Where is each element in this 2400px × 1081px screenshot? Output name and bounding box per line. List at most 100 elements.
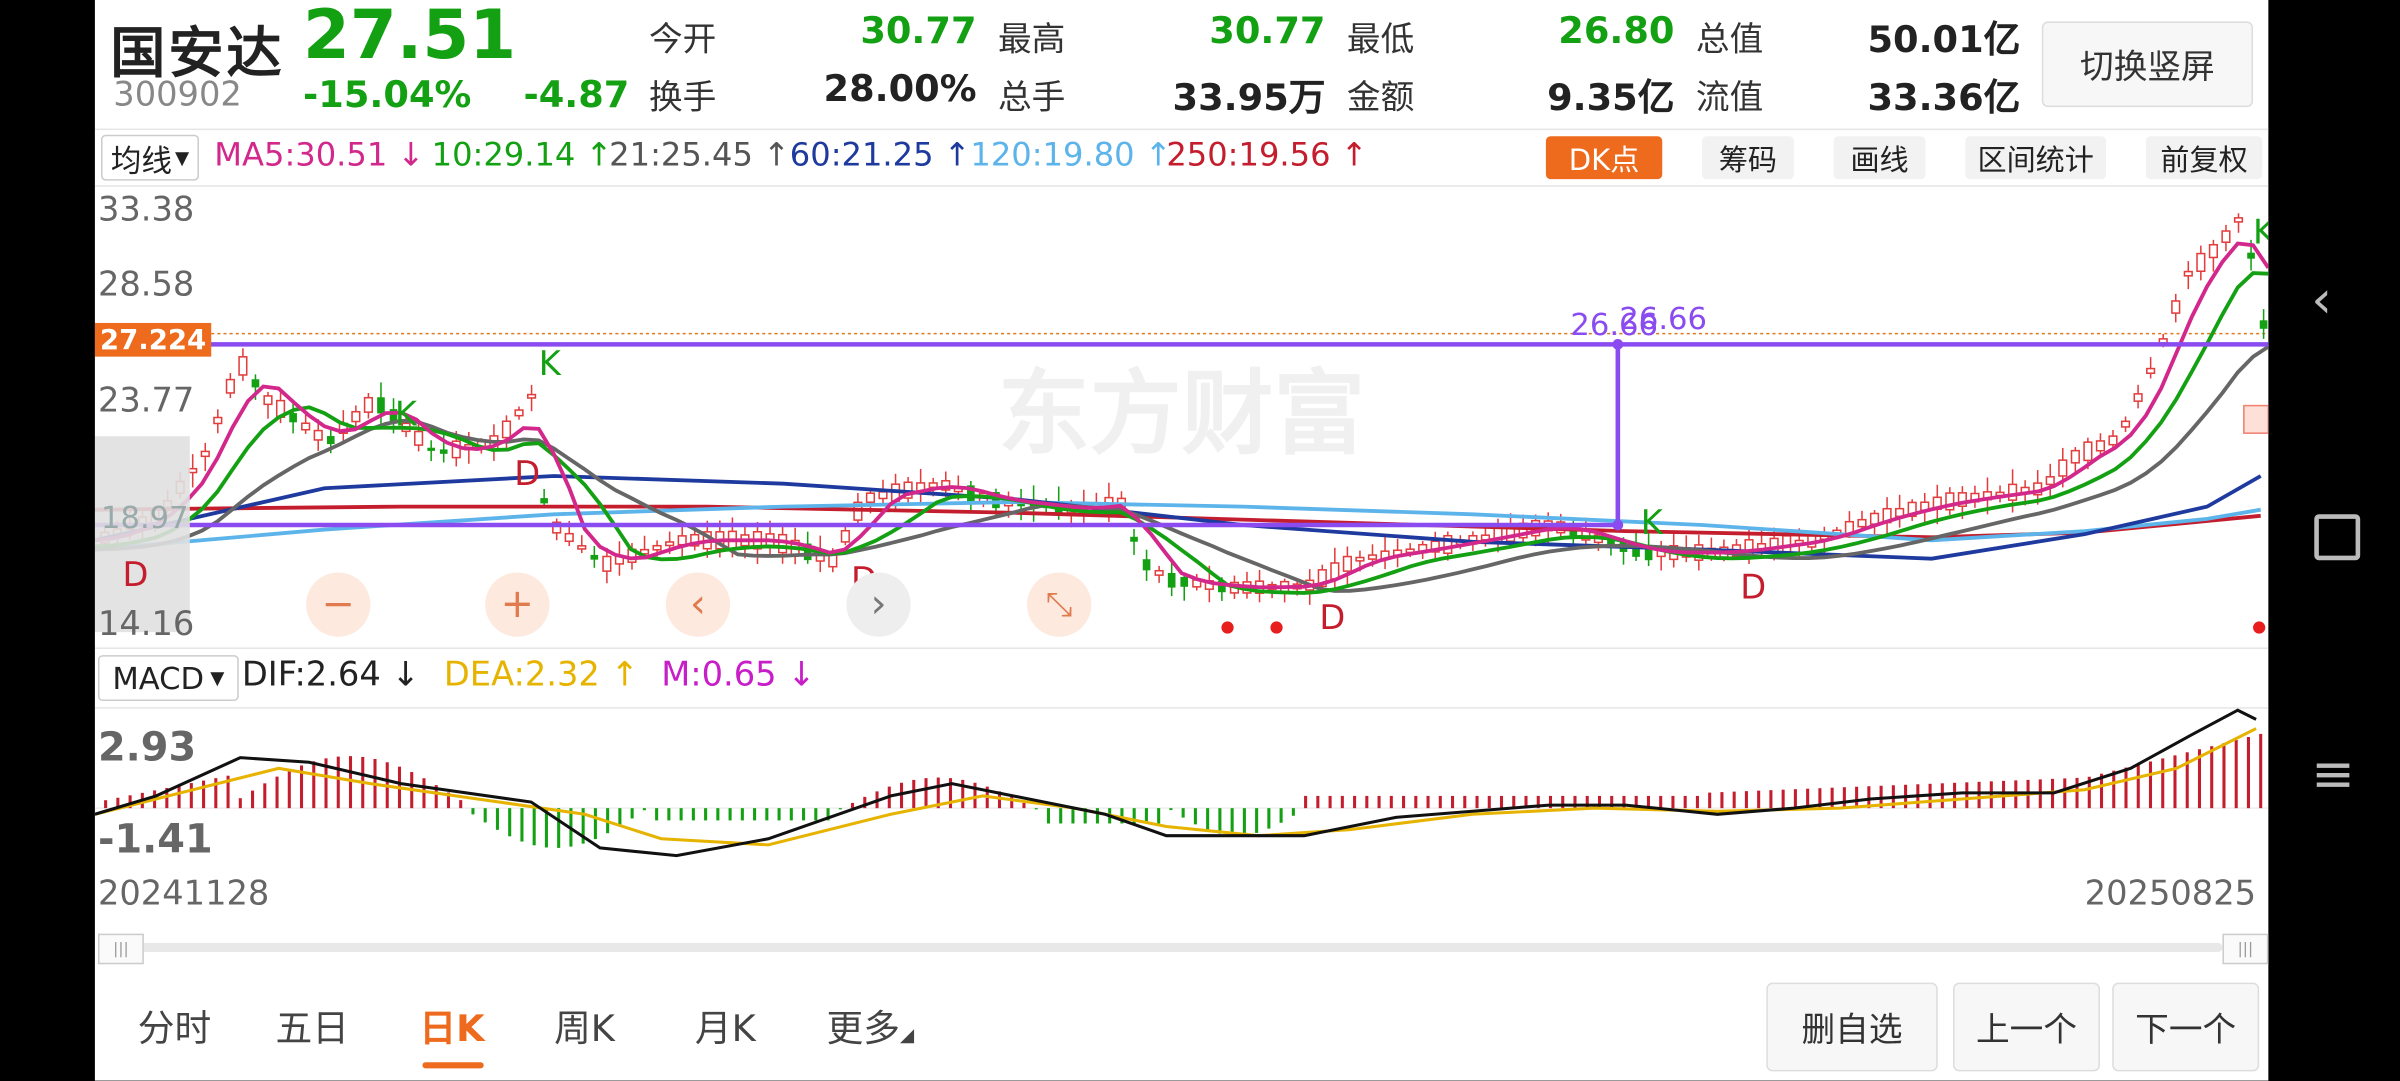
macd-bar (1965, 782, 1969, 809)
scrollbar-handle-left[interactable]: ||| (97, 933, 144, 965)
active-tab-indicator (422, 1062, 484, 1069)
tab-more[interactable]: 更多◢ (827, 998, 915, 1052)
scrollbar-handle-right[interactable]: ||| (2222, 933, 2269, 965)
ma60-readout: 60:21.25 ↑ (790, 136, 971, 173)
kline-svg: 东方财富 26.66 26.66 18.97 DKDKDDDKK (94, 212, 2269, 637)
signal-mark: K (1641, 503, 1664, 542)
ma21-value: 21:25.45 (609, 136, 753, 173)
macd-bar (1157, 808, 1161, 824)
range-stats-button[interactable]: 区间统计 (1965, 136, 2107, 180)
ma250-value: 250:19.56 (1166, 136, 1331, 173)
chevron-right-icon: › (870, 581, 887, 628)
macd-bar (177, 785, 181, 809)
drawn-line-label-b: 26.66 (1619, 302, 1707, 337)
macd-svg (94, 708, 2269, 858)
candle-body (577, 545, 587, 550)
menu-nav-icon[interactable]: ≡ (2311, 744, 2355, 805)
macd-bar (728, 808, 732, 821)
quote-value-market-cap: 50.01亿 (1867, 18, 2021, 62)
dea-readout: DEA:2.32 ↑ (444, 657, 639, 695)
signal-dot (1221, 621, 1234, 634)
macd-chart[interactable]: 2.93 -1.41 (94, 707, 2269, 864)
stock-chart-app: 国安达 27.51 300902 -15.04% -4.87 今开 30.77 … (94, 0, 2269, 1081)
chips-button[interactable]: 筹码 (1702, 136, 1794, 180)
macd-bar (716, 808, 720, 821)
ma21-readout: 21:25.45 ↑ (609, 136, 790, 173)
macd-bar (532, 808, 536, 846)
macd-bar (1316, 795, 1320, 809)
next-stock-button[interactable]: 下一个 (2112, 982, 2260, 1072)
macd-bar (483, 808, 487, 823)
candle-body (1167, 572, 1176, 588)
candle-body (251, 379, 260, 388)
macd-bar (1757, 790, 1761, 809)
tab-weekly-k[interactable]: 周K (554, 998, 615, 1052)
plus-icon: + (500, 581, 535, 628)
candle-body (840, 529, 850, 543)
range-scrollbar[interactable]: ||| ||| (95, 933, 2269, 965)
macd-bar (495, 808, 499, 830)
macd-bar (691, 808, 695, 821)
tab-five-day[interactable]: 五日 (276, 998, 349, 1052)
macd-bar (471, 808, 475, 815)
dk-point-button[interactable]: DK点 (1545, 136, 1663, 180)
m-arrow: ↓ (787, 656, 816, 695)
kline-chart[interactable]: 东方财富 26.66 26.66 18.97 DKDKDDDKK (94, 185, 2269, 645)
candle-body (1330, 562, 1340, 580)
tab-intraday[interactable]: 分时 (138, 998, 211, 1052)
candle-body (1367, 554, 1378, 560)
candle-body (540, 498, 548, 504)
scroll-right-button[interactable]: › (846, 572, 911, 637)
date-start: 20241128 (97, 875, 270, 914)
macd-indicator-bar: MACD ▼ DIF:2.64 ↓ DEA:2.32 ↑ M:0.65 ↓ (94, 647, 2269, 709)
axis-label-low: 14.16 (97, 606, 195, 645)
macd-bar (1034, 808, 1038, 810)
stock-code: 300902 (113, 76, 242, 115)
macd-bar (1708, 792, 1712, 809)
macd-bar (1291, 808, 1295, 816)
dif-value: DIF:2.64 (241, 656, 381, 695)
draw-line-button[interactable]: 画线 (1833, 136, 1926, 180)
scroll-left-button[interactable]: ‹ (665, 572, 731, 637)
candle-body (427, 447, 435, 451)
dif-line (94, 708, 2257, 858)
buy-flag (2243, 404, 2269, 434)
macd-select-label: MACD (112, 659, 205, 697)
macd-bar (238, 798, 242, 809)
indicator-select-label: 均线 (110, 141, 173, 179)
macd-select[interactable]: MACD ▼ (97, 655, 239, 702)
reset-zoom-button[interactable]: ⤡ (1027, 572, 1092, 637)
quote-value-high: 30.77 (1209, 9, 1326, 53)
macd-bar (1426, 795, 1430, 809)
home-nav-icon[interactable] (2314, 514, 2361, 561)
macd-bar (618, 808, 622, 827)
zoom-out-button[interactable]: − (306, 572, 371, 637)
tab-daily-k[interactable]: 日K (419, 998, 484, 1052)
macd-bar (753, 808, 757, 821)
tab-monthly-k[interactable]: 月K (695, 998, 756, 1052)
indicator-select[interactable]: 均线 ▼ (101, 134, 199, 181)
macd-axis-bottom: -1.41 (97, 817, 213, 864)
drawn-line-anchor[interactable] (1612, 519, 1624, 531)
candle-body (2058, 459, 2068, 477)
scrollbar-track (140, 942, 2223, 953)
candle-body (301, 422, 311, 431)
candle-body (2007, 483, 2018, 501)
zoom-in-button[interactable]: + (485, 572, 550, 637)
candle-body (213, 416, 223, 425)
macd-bar (814, 808, 818, 821)
switch-portrait-button[interactable]: 切换竖屏 (2041, 21, 2254, 108)
macd-bar (263, 783, 267, 809)
candle-body (188, 467, 198, 474)
forward-adjust-button[interactable]: 前复权 (2145, 136, 2263, 180)
remove-watchlist-button[interactable]: 删自选 (1766, 982, 1938, 1072)
minus-icon: − (321, 581, 355, 628)
macd-bar (2246, 736, 2250, 809)
quote-value-amount: 9.35亿 (1547, 76, 1675, 120)
previous-stock-button[interactable]: 上一个 (1953, 982, 2100, 1072)
macd-bar (1695, 795, 1699, 809)
back-nav-icon[interactable]: ‹ (2311, 269, 2332, 330)
macd-bar (777, 808, 781, 821)
candle-body (2070, 449, 2080, 464)
candle-body (590, 554, 599, 560)
